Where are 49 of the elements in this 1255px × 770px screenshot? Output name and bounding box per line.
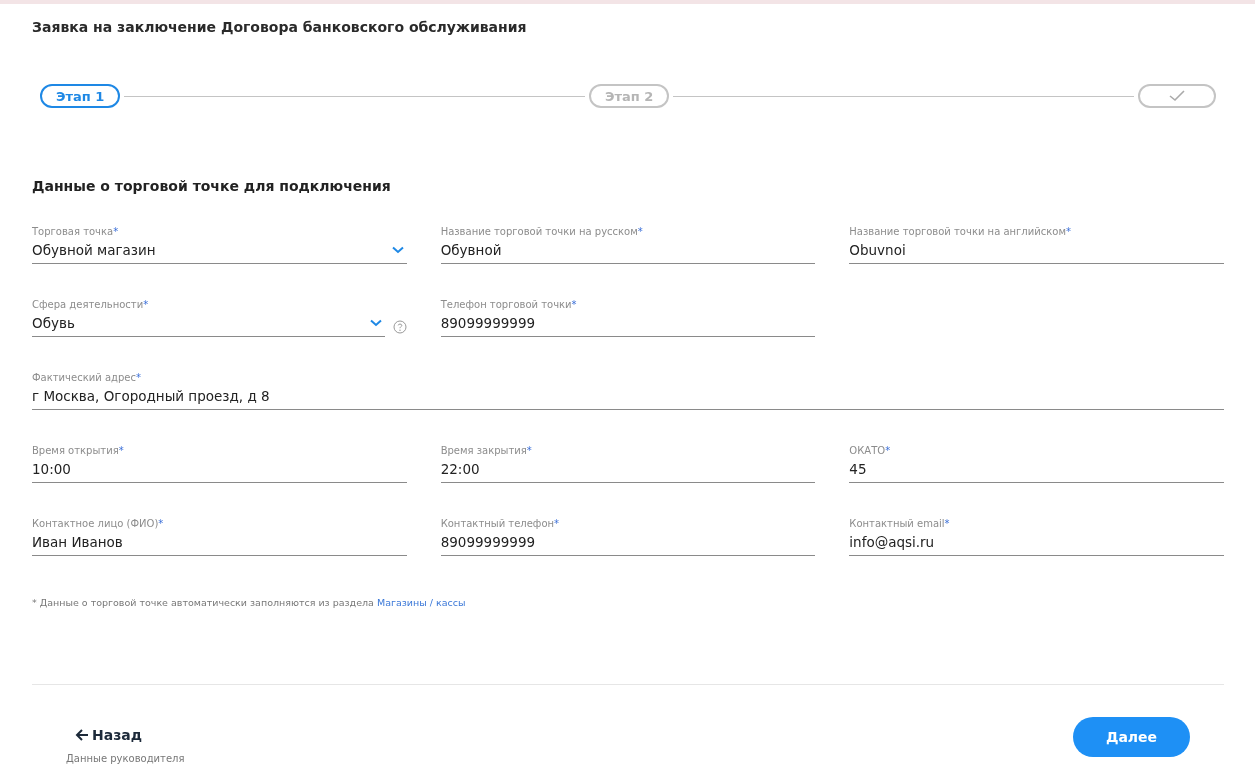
- field-value: г Москва, Огородный проезд, д 8: [32, 387, 270, 405]
- field-label: Контактный email*: [849, 517, 951, 530]
- back-button[interactable]: Назад: [66, 727, 143, 743]
- field-value: 10:00: [32, 460, 71, 478]
- field-label: Контактное лицо (ФИО)*: [32, 517, 165, 530]
- stores-link[interactable]: Магазины / кассы: [376, 597, 466, 608]
- select-field[interactable]: Торговая точка* Обувной магазин: [32, 225, 407, 264]
- section-title: Данные о торговой точке для подключения: [32, 177, 392, 195]
- field-value: 89099999999: [440, 533, 536, 551]
- field-label: Торговая точка*: [32, 225, 120, 238]
- field-label: Телефон торговой точки*: [440, 298, 578, 311]
- field-value: Иван Иванов: [32, 533, 123, 551]
- field-value: info@aqsi.ru: [849, 533, 935, 551]
- field-value: Obuvnoi: [849, 241, 906, 259]
- field-value: Обувной: [440, 241, 502, 259]
- chevron-down-icon: [369, 319, 382, 327]
- input-field[interactable]: Название торговой точки на английском* Obuvnoi: [849, 225, 1224, 264]
- field-label: Время закрытия*: [440, 444, 533, 457]
- check-icon: [1168, 90, 1186, 102]
- footnote: * Данные о торговой точке автоматически заполняются из раздела Магазины / кассы: [32, 596, 467, 609]
- field-value: Обувь: [32, 314, 75, 332]
- field-value: Обувной магазин: [32, 241, 156, 259]
- field-label: Название торговой точки на английском*: [849, 225, 1072, 238]
- field-label: Фактический адрес*: [32, 371, 142, 384]
- field-label: ОКАТО*: [849, 444, 892, 457]
- input-field[interactable]: Название торговой точки на русском* Обувной: [440, 225, 816, 264]
- help-icon[interactable]: [392, 320, 407, 334]
- step-pill: Этап 1: [40, 84, 121, 108]
- field-value: 22:00: [440, 460, 480, 478]
- arrow-left-icon: [74, 728, 90, 742]
- field-label: Название торговой точки на русском*: [440, 225, 644, 238]
- field-value: 89099999999: [440, 314, 536, 332]
- input-field[interactable]: Контактное лицо (ФИО)* Иван Иванов: [32, 517, 407, 556]
- input-field[interactable]: Фактический адрес* г Москва, Огородный проезд, д 8: [32, 371, 1224, 410]
- step-pill: Этап 2: [589, 84, 670, 108]
- field-label: Контактный телефон*: [440, 517, 561, 530]
- page-title: Заявка на заключение Договора банковского обслуживания: [32, 18, 528, 36]
- input-field[interactable]: Время открытия* 10:00: [32, 444, 407, 483]
- input-field[interactable]: Телефон торговой точки* 89099999999: [440, 298, 816, 337]
- back-subtitle: Данные руководителя: [66, 753, 185, 764]
- input-field[interactable]: ОКАТО* 45: [849, 444, 1224, 483]
- input-field[interactable]: Время закрытия* 22:00: [440, 444, 816, 483]
- field-label: Время открытия*: [32, 444, 125, 457]
- input-field[interactable]: Контактный email* info@aqsi.ru: [849, 517, 1224, 556]
- select-field[interactable]: Сфера деятельности* Обувь: [32, 298, 385, 337]
- chevron-down-icon: [391, 246, 404, 254]
- field-label: Сфера деятельности*: [32, 298, 150, 311]
- input-field[interactable]: Контактный телефон* 89099999999: [440, 517, 816, 556]
- field-value: 45: [849, 460, 867, 478]
